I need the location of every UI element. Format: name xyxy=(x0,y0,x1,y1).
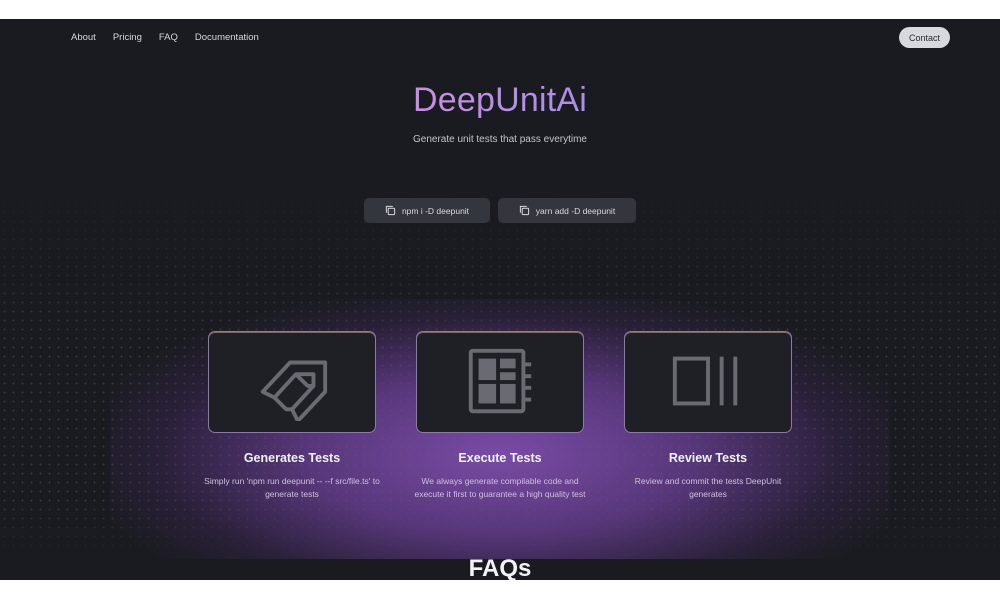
top-nav: About Pricing FAQ Documentation xyxy=(71,31,276,44)
nav-documentation[interactable]: Documentation xyxy=(195,31,259,44)
yarn-install-label: yarn add -D deepunit xyxy=(535,205,616,216)
generate-tests-card xyxy=(208,331,376,433)
contact-button[interactable]: Contact xyxy=(899,27,950,48)
review-icon xyxy=(672,356,738,406)
copy-icon xyxy=(385,205,396,216)
nav-pricing[interactable]: Pricing xyxy=(113,31,142,44)
review-tests-title: Review Tests xyxy=(668,451,748,465)
generate-tests-title: Generates Tests xyxy=(243,451,341,465)
execute-tests-card xyxy=(416,331,584,433)
execute-tests-description: We always generate compilable code and e… xyxy=(414,476,586,499)
hero-subtitle: Generate unit tests that pass everytime xyxy=(413,134,587,145)
chip-icon xyxy=(468,348,532,414)
npm-install-label: npm i -D deepunit xyxy=(401,205,470,216)
npm-install-button[interactable]: npm i -D deepunit xyxy=(364,198,490,223)
review-tests-description: Review and commit the tests DeepUnit gen… xyxy=(634,476,782,499)
nav-faq[interactable]: FAQ xyxy=(159,31,178,44)
yarn-install-button[interactable]: yarn add -D deepunit xyxy=(498,198,636,223)
hero-title: DeepUnitAi xyxy=(413,81,587,119)
faq-heading: FAQs xyxy=(468,555,532,580)
generate-tests-description: Simply run 'npm run deepunit -- --f src/… xyxy=(204,476,380,499)
copy-icon xyxy=(519,205,529,216)
generate-icon xyxy=(260,360,328,421)
nav-about[interactable]: About xyxy=(71,31,96,44)
review-tests-card xyxy=(624,331,792,433)
execute-tests-title: Execute Tests xyxy=(458,451,542,465)
landing-page: About Pricing FAQ Documentation Contact … xyxy=(0,19,1000,580)
